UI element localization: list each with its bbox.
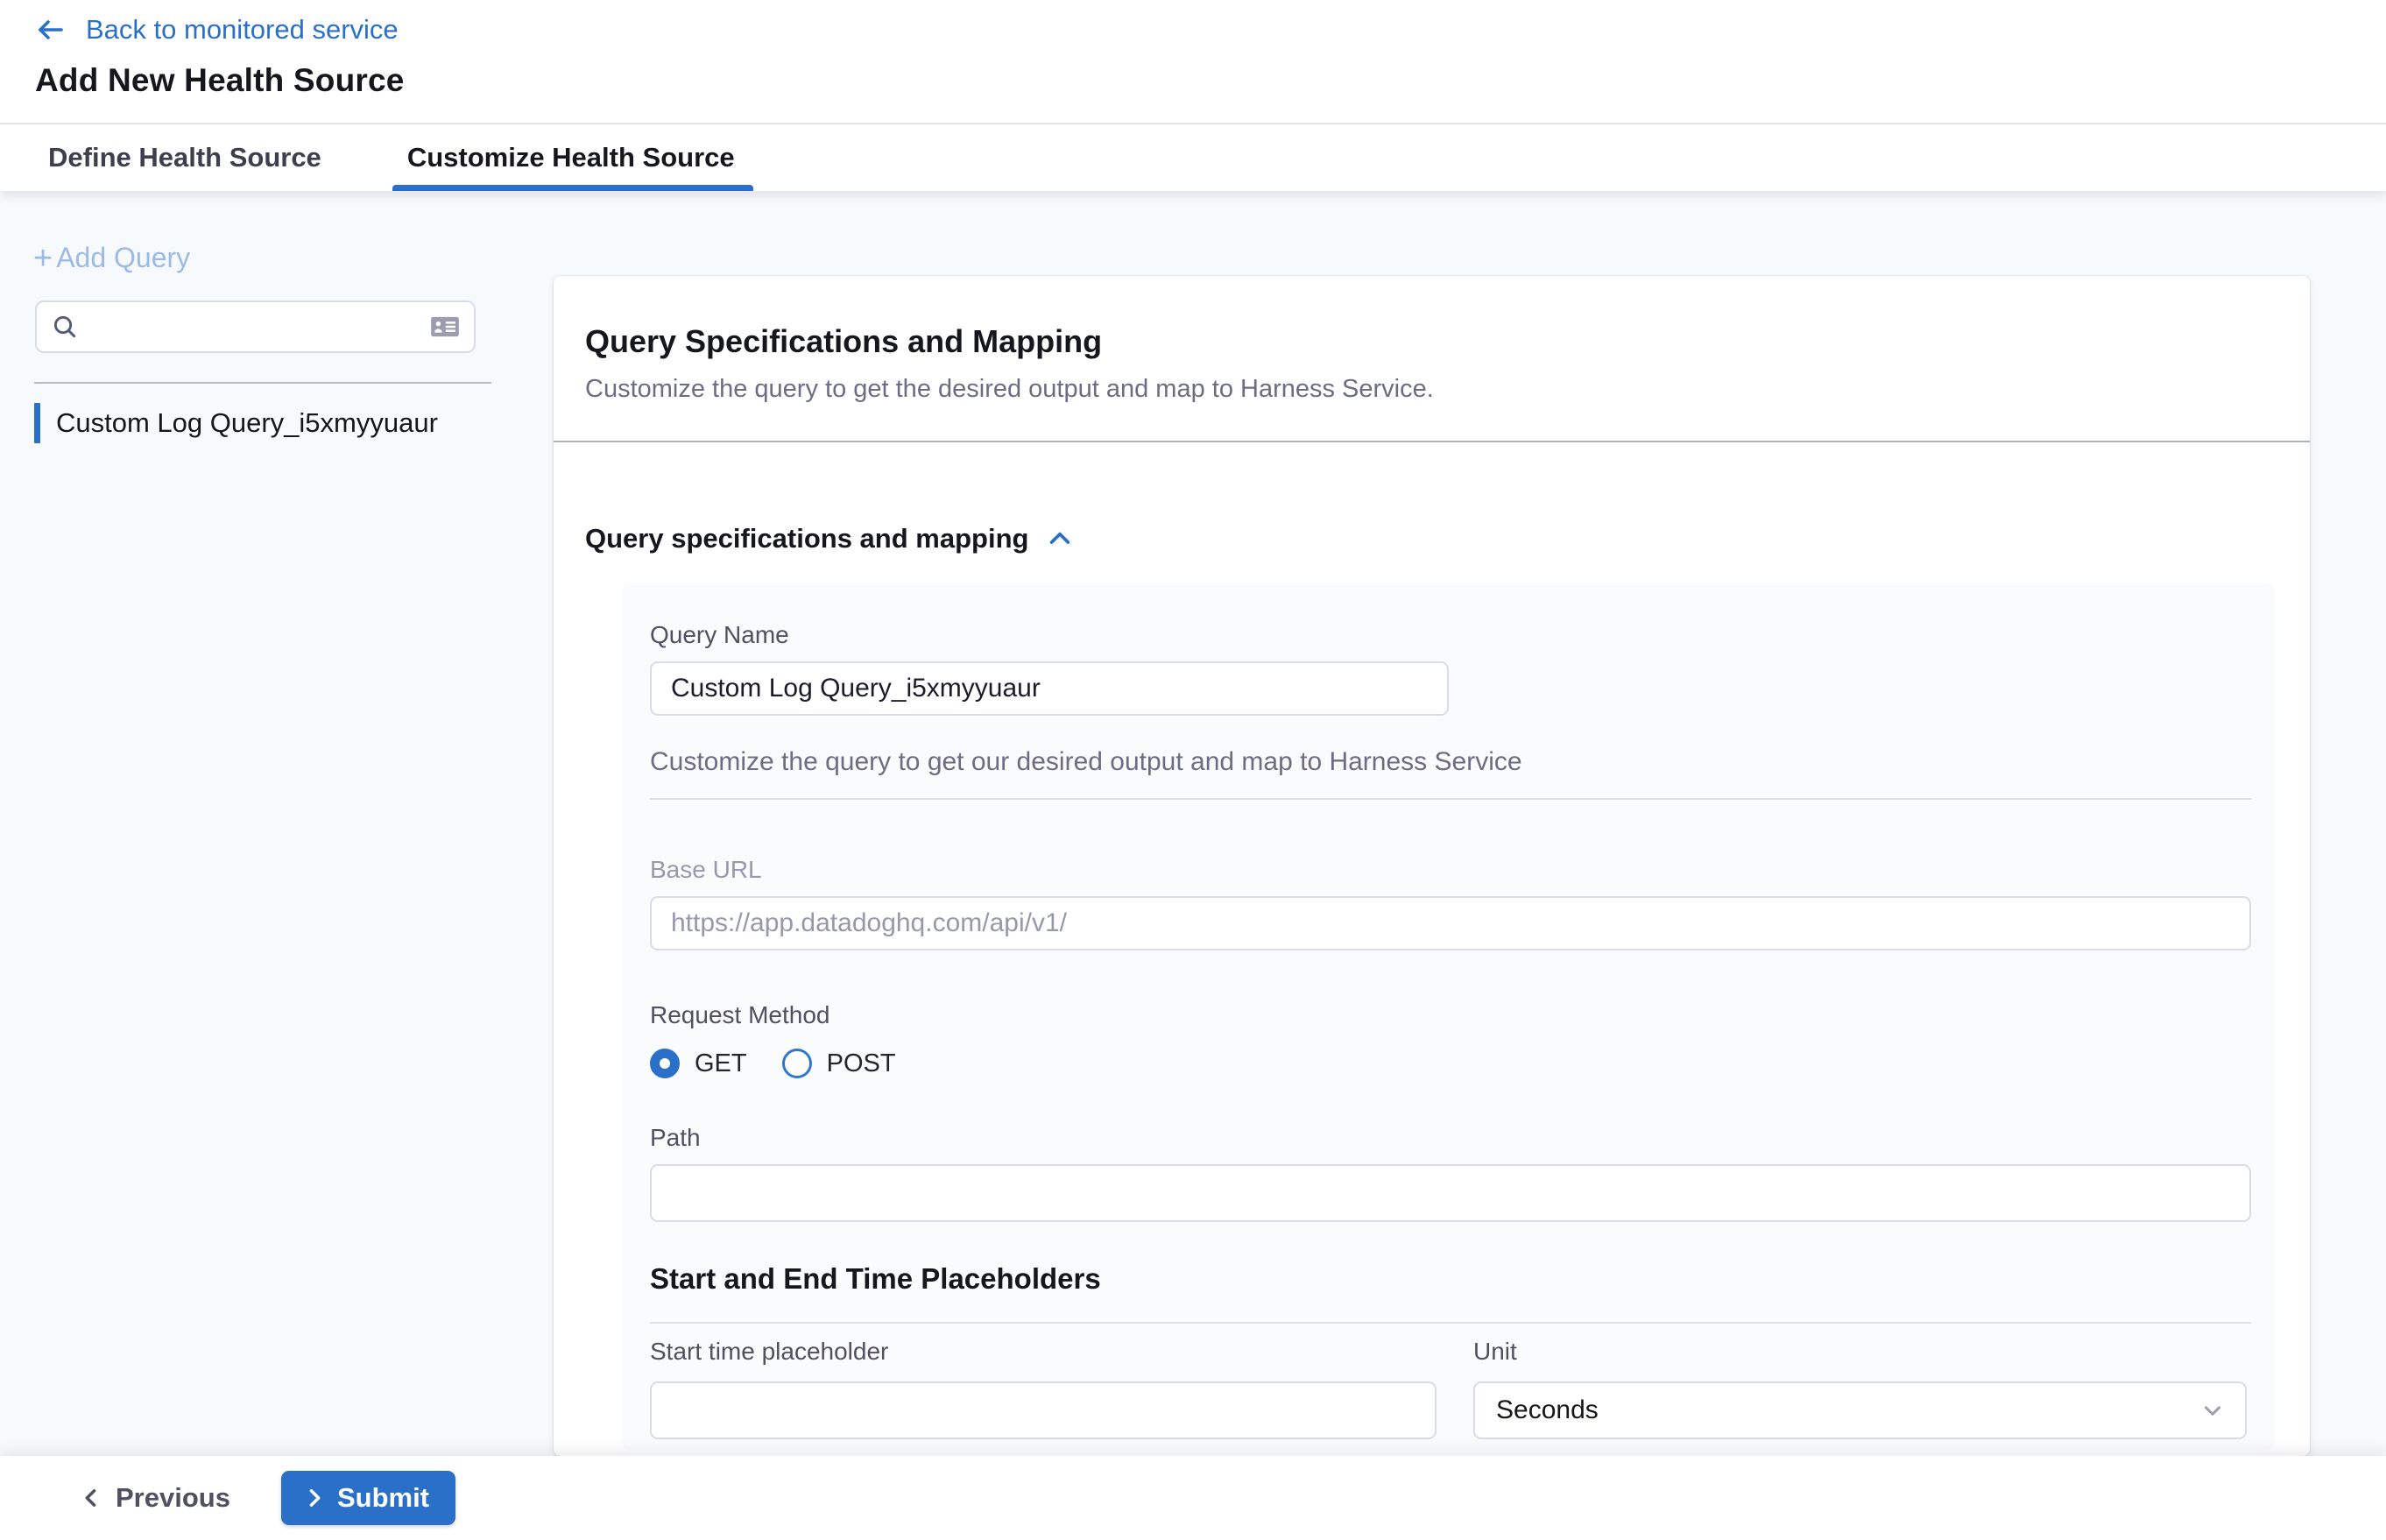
panel-title: Query Specifications and Mapping <box>585 323 2278 360</box>
previous-button-label: Previous <box>116 1482 230 1514</box>
base-url-label: Base URL <box>650 856 2275 884</box>
radio-get-label: GET <box>695 1049 747 1078</box>
panel-body: Query specifications and mapping Query N… <box>554 523 2310 1450</box>
back-link-label: Back to monitored service <box>86 14 399 46</box>
back-link[interactable]: Back to monitored service <box>35 14 399 46</box>
start-time-placeholder-input[interactable] <box>650 1381 1437 1439</box>
query-name-helper: Customize the query to get our desired o… <box>650 747 2275 777</box>
time-placeholder-columns: Start time placeholder Unit Seconds <box>650 1338 2275 1439</box>
panel-header: Query Specifications and Mapping Customi… <box>554 276 2310 404</box>
start-time-column: Start time placeholder <box>650 1338 1437 1439</box>
sidebar-divider <box>34 382 491 384</box>
radio-get[interactable] <box>650 1049 680 1078</box>
query-item-label: Custom Log Query_i5xmyyuaur <box>56 407 438 439</box>
footer-bar: Previous Submit <box>0 1456 2386 1540</box>
query-list-item[interactable]: Custom Log Query_i5xmyyuaur <box>0 403 554 443</box>
chevron-right-icon <box>302 1486 327 1510</box>
add-query-button[interactable]: + Add Query <box>33 242 190 274</box>
previous-button[interactable]: Previous <box>79 1482 230 1514</box>
arrow-left-icon <box>35 14 67 46</box>
request-method-label: Request Method <box>650 1001 2275 1029</box>
path-label: Path <box>650 1124 2275 1152</box>
unit-label: Unit <box>1473 1338 2247 1366</box>
card-divider-2 <box>650 1322 2251 1324</box>
plus-icon: + <box>33 245 53 272</box>
panel-subtitle: Customize the query to get the desired o… <box>585 375 2278 404</box>
section-heading: Query specifications and mapping <box>585 523 1028 555</box>
card-divider <box>650 798 2251 800</box>
request-method-radio-group: GET POST <box>650 1049 2275 1078</box>
query-search-box <box>35 300 476 353</box>
selected-indicator-bar <box>34 403 40 443</box>
query-name-input[interactable] <box>650 661 1449 716</box>
main-area: Query Specifications and Mapping Customi… <box>554 191 2386 1456</box>
submit-button-label: Submit <box>337 1482 429 1514</box>
query-spec-card: Query Name Customize the query to get ou… <box>622 583 2275 1450</box>
query-sidebar: + Add Query Custom Log Query_i5xmyyuaur <box>0 191 554 1456</box>
query-name-label: Query Name <box>650 621 2275 649</box>
unit-column: Unit Seconds <box>1473 1338 2247 1439</box>
radio-post-label: POST <box>827 1049 896 1078</box>
base-url-input[interactable] <box>650 896 2251 950</box>
start-time-label: Start time placeholder <box>650 1338 1437 1366</box>
card-view-icon[interactable] <box>428 310 462 343</box>
section-collapse-toggle[interactable]: Query specifications and mapping <box>585 523 2275 555</box>
chevron-down-icon <box>2199 1397 2226 1423</box>
time-placeholders-heading: Start and End Time Placeholders <box>650 1262 2275 1296</box>
unit-select[interactable]: Seconds <box>1473 1381 2247 1439</box>
add-query-label: Add Query <box>56 242 190 274</box>
content-region: + Add Query Custom Log Query_i5xmyyuaur … <box>0 191 2386 1456</box>
radio-post[interactable] <box>782 1049 812 1078</box>
page-title: Add New Health Source <box>35 62 2386 99</box>
panel-divider <box>554 441 2310 442</box>
tab-customize-health-source[interactable]: Customize Health Source <box>407 124 735 191</box>
page-header: Back to monitored service Add New Health… <box>0 0 2386 124</box>
tab-define-health-source[interactable]: Define Health Source <box>48 124 321 191</box>
query-search-input[interactable] <box>91 313 428 341</box>
submit-button[interactable]: Submit <box>281 1471 455 1525</box>
path-input[interactable] <box>650 1164 2251 1222</box>
query-spec-panel: Query Specifications and Mapping Customi… <box>554 276 2310 1456</box>
tab-bar: Define Health Source Customize Health So… <box>0 124 2386 191</box>
chevron-left-icon <box>79 1486 103 1510</box>
chevron-up-icon <box>1046 525 1074 553</box>
search-icon <box>51 313 79 341</box>
unit-select-value: Seconds <box>1496 1395 1599 1425</box>
